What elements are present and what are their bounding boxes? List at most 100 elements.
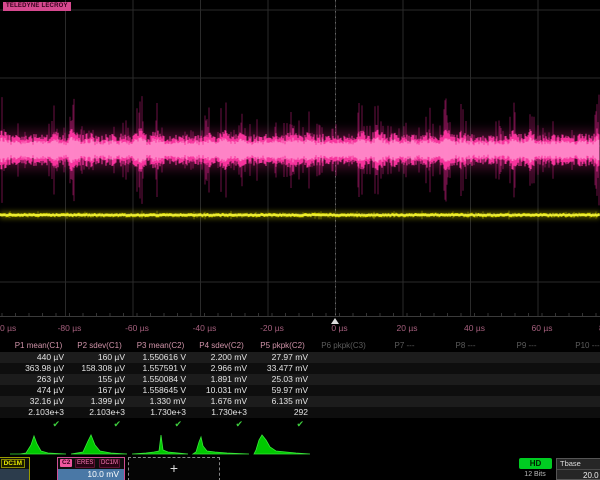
measure-cell: 440 µV [8, 352, 69, 363]
time-tick-label: -100 µs [0, 323, 16, 333]
measure-cell: 2.200 mV [191, 352, 252, 363]
c2-volts-per-div: 10.0 mV [58, 469, 124, 480]
time-tick-label: -40 µs [193, 323, 217, 333]
measure-header-p6[interactable]: P6 pkpk(C3) [313, 340, 374, 352]
c2-coupling-badge: DC1M [99, 459, 120, 468]
measure-cell: 474 µV [8, 385, 69, 396]
time-tick-label: 20 µs [397, 323, 418, 333]
measure-cell [374, 407, 435, 418]
time-tick-label: -80 µs [58, 323, 82, 333]
histicon-p1[interactable] [8, 432, 69, 456]
timebase-descriptor[interactable]: Tbase 20.0 [556, 458, 600, 480]
measure-header-p4[interactable]: P4 sdev(C2) [191, 340, 252, 352]
measure-cell [435, 407, 496, 418]
c1-volts-per-div: 0 mV [0, 469, 29, 480]
measure-cell: 167 µV [69, 385, 130, 396]
measure-cell: 1.730e+3 [191, 407, 252, 418]
measure-cell: 363.98 µV [8, 363, 69, 374]
measure-status-check-icon: ✔ [130, 418, 191, 430]
measure-cell: 1.550084 V [130, 374, 191, 385]
measure-cell: 32.16 µV [8, 396, 69, 407]
time-tick-label: -20 µs [260, 323, 284, 333]
measure-cell: 1.557591 V [130, 363, 191, 374]
measure-cell [313, 363, 374, 374]
measure-cell [496, 385, 557, 396]
measure-cell [374, 396, 435, 407]
measure-cell: 160 µV [69, 352, 130, 363]
time-axis: -100 µs -80 µs -60 µs -40 µs -20 µs 0 µs 20 µs… [0, 318, 600, 340]
histicon-p2[interactable] [69, 432, 130, 456]
measure-cell: 1.399 µV [69, 396, 130, 407]
measure-header-p7[interactable]: P7 --- [374, 340, 435, 352]
measure-header-p1[interactable]: P1 mean(C1) [8, 340, 69, 352]
measure-cell: 1.330 mV [130, 396, 191, 407]
time-tick-label: -60 µs [125, 323, 149, 333]
measure-cell [496, 352, 557, 363]
measure-cell [374, 374, 435, 385]
time-tick-label: 60 µs [532, 323, 553, 333]
histicon-p4[interactable] [191, 432, 252, 456]
measure-header-p5[interactable]: P5 pkpk(C2) [252, 340, 313, 352]
c2-eres-badge: ERES [75, 459, 95, 468]
measure-cell: 2.103e+3 [8, 407, 69, 418]
measure-table: P1 mean(C1)P2 sdev(C1)P3 mean(C2)P4 sdev… [0, 340, 600, 430]
measure-cell [496, 407, 557, 418]
timebase-label: Tbase [557, 459, 600, 470]
measure-header-p9[interactable]: P9 --- [496, 340, 557, 352]
measure-cell [557, 352, 600, 363]
waveform-grid[interactable]: TELEDYNE LECROY [0, 0, 600, 318]
measure-status-check-icon: ✔ [69, 418, 130, 430]
measure-cell [313, 385, 374, 396]
measure-cell [313, 407, 374, 418]
measure-header-p2[interactable]: P2 sdev(C1) [69, 340, 130, 352]
hd-mode-badge[interactable]: HD [519, 458, 552, 469]
hd-bits-label: 12 Bits [513, 471, 557, 478]
timebase-value: 20.0 [557, 470, 600, 480]
measure-cell [557, 407, 600, 418]
c2-channel-badge: C2 [60, 459, 72, 467]
measure-cell [313, 396, 374, 407]
histicon-p5[interactable] [252, 432, 313, 456]
measure-cell: 155 µV [69, 374, 130, 385]
measure-cell: 2.966 mV [191, 363, 252, 374]
measure-cell [435, 374, 496, 385]
measure-cell [435, 396, 496, 407]
measure-cell [496, 363, 557, 374]
measure-header-p8[interactable]: P8 --- [435, 340, 496, 352]
add-trace-button[interactable]: + [128, 457, 220, 480]
measure-cell [374, 352, 435, 363]
descriptor-bar: DC1M 0 mV C2 ERES DC1M 10.0 mV + HD 12 B… [0, 457, 600, 480]
measure-cell: 1.550616 V [130, 352, 191, 363]
channel-c1-descriptor[interactable]: DC1M 0 mV [0, 457, 30, 480]
measure-cell [496, 374, 557, 385]
waveform-canvas [0, 0, 600, 318]
oscilloscope-screen: TELEDYNE LECROY -100 µs -80 µs -60 µs -40 µ… [0, 0, 600, 480]
channel-c2-descriptor[interactable]: C2 ERES DC1M 10.0 mV [57, 457, 125, 480]
measure-cell [435, 363, 496, 374]
measure-cell: 292 [252, 407, 313, 418]
measure-cell [557, 385, 600, 396]
time-tick-label: 40 µs [464, 323, 485, 333]
measure-status-check-icon: ✔ [8, 418, 69, 430]
measure-cell: 6.135 mV [252, 396, 313, 407]
measure-header-p10[interactable]: P10 --- [557, 340, 600, 352]
histicon-row [0, 430, 600, 457]
c1-coupling-badge: DC1M [1, 459, 25, 468]
measure-status-check-icon: ✔ [252, 418, 313, 430]
measure-cell [435, 352, 496, 363]
measure-cell [313, 374, 374, 385]
measure-cell [557, 374, 600, 385]
measure-cell [435, 385, 496, 396]
measure-cell: 1.891 mV [191, 374, 252, 385]
measure-cell: 2.103e+3 [69, 407, 130, 418]
histicon-p3[interactable] [130, 432, 191, 456]
measure-cell [374, 363, 435, 374]
measure-cell [557, 396, 600, 407]
measure-cell [374, 385, 435, 396]
measure-header-p3[interactable]: P3 mean(C2) [130, 340, 191, 352]
measure-cell [313, 352, 374, 363]
time-tick-label: 0 µs [331, 323, 347, 333]
measure-cell: 263 µV [8, 374, 69, 385]
measure-cell: 59.97 mV [252, 385, 313, 396]
measure-cell: 25.03 mV [252, 374, 313, 385]
